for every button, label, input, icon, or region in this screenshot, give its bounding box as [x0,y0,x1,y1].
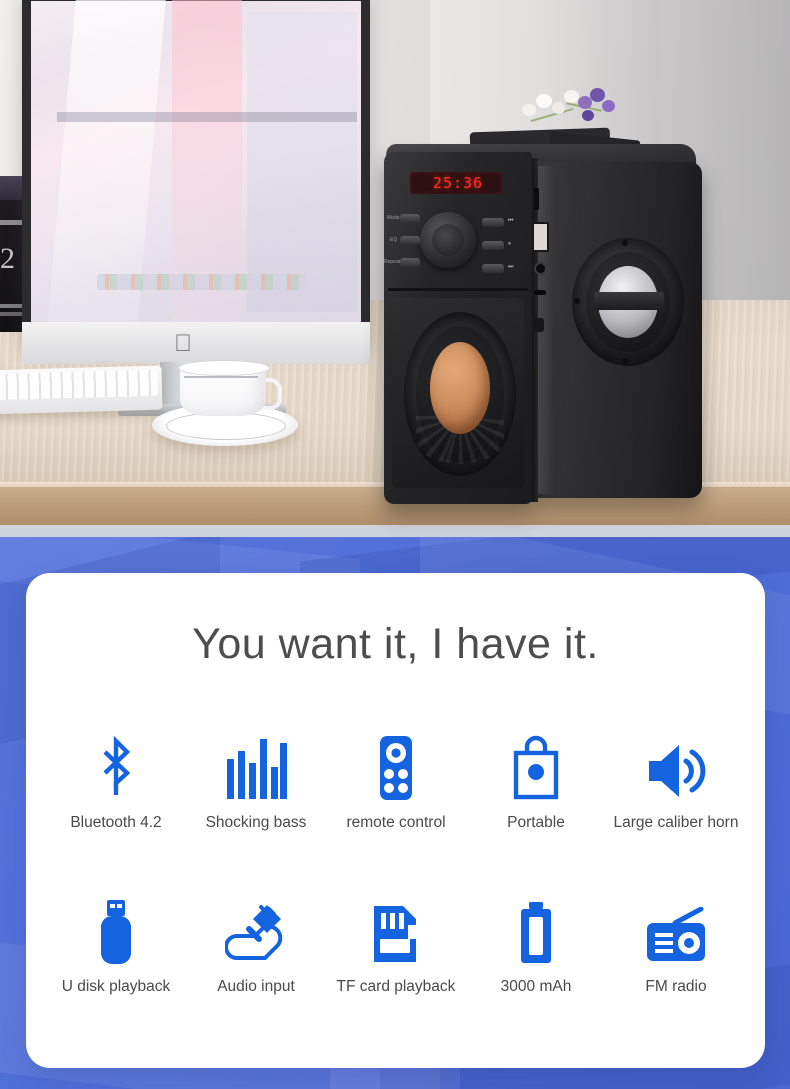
tweeter-screw [574,298,580,304]
battery-icon [517,887,555,965]
aux-jack[interactable] [534,262,547,275]
volume-knob-center [432,224,464,256]
tweeter-screw [622,240,628,246]
feature-card: You want it, I have it. Bluetooth 4.2 Sh… [26,573,765,1068]
feature-label: remote control [346,814,446,831]
eq-button[interactable] [400,236,420,245]
keyboard [0,365,163,415]
play-pause-button[interactable] [482,241,504,250]
feature-label: TF card playback [336,978,456,995]
play-pause-icon: ⏸ [508,241,512,247]
flower-white [564,90,579,103]
tweeter-bar [594,292,664,310]
power-switch[interactable] [534,318,544,332]
flower-white [536,94,552,108]
feature-label: 3000 mAh [500,978,572,995]
feature-grid: Bluetooth 4.2 Shocking bass remote contr… [46,723,746,996]
front-panel-divider [388,288,528,291]
feature-remote-control[interactable]: remote control [326,723,466,832]
equalizer-bars-icon [225,723,287,801]
tweeter-screw [622,358,628,364]
feature-row-1: Bluetooth 4.2 Shocking bass remote contr… [46,723,746,832]
flower-purple [590,88,605,102]
product-detail-page: 2  [0,0,790,1089]
flower-purple [602,100,615,112]
repeat-button[interactable] [400,258,420,267]
remote-control-icon [376,723,416,801]
page-headline: You want it, I have it. [192,620,599,668]
feature-label: Large caliber horn [613,814,739,831]
feature-row-2: U disk playback Audio input TF card play… [46,887,746,996]
tf-card-slot[interactable] [534,188,539,210]
hero-product-photo: 2  [0,0,790,538]
feature-label: U disk playback [61,978,171,995]
imac-screen [22,0,370,348]
bluetooth-speaker: 25:36 Mode EQ Repeat ⏮ ⏸ ⏭ [382,127,702,510]
handbag-icon [510,723,562,801]
feature-u-disk-playback[interactable]: U disk playback [46,887,186,996]
repeat-button-label: Repeat [384,259,401,265]
usb-port[interactable] [532,222,549,252]
cup-rim [178,360,270,376]
feature-label: Shocking bass [205,814,307,831]
led-display-value: 25:36 [432,174,484,192]
mode-button[interactable] [400,214,420,223]
feature-portable[interactable]: Portable [466,723,606,832]
bluetooth-icon [93,723,139,801]
audio-plug-cable-icon [225,887,287,965]
next-track-icon: ⏭ [508,264,514,270]
flower-white [552,102,565,114]
feature-label: Portable [507,814,565,831]
woofer-cone [430,342,490,434]
apple-logo-icon:  [172,332,194,358]
keyboard-keys [0,369,159,401]
feature-fm-radio[interactable]: FM radio [606,887,746,996]
radio-icon [645,887,707,965]
micro-usb-port[interactable] [534,290,546,295]
eq-button-label: EQ [390,237,398,243]
previous-track-icon: ⏮ [508,218,514,224]
feature-label: FM radio [645,978,707,995]
usb-flash-drive-icon [98,887,134,965]
speaker-volume-icon [645,723,707,801]
feature-audio-input[interactable]: Audio input [186,887,326,996]
feature-bluetooth[interactable]: Bluetooth 4.2 [46,723,186,832]
flower-purple [582,110,594,121]
flower-white [522,104,536,116]
feature-tf-card-playback[interactable]: TF card playback [326,887,466,996]
imac-chin [22,322,370,364]
feature-battery-capacity[interactable]: 3000 mAh [466,887,606,996]
saucer-ring [166,412,286,440]
feature-label: Bluetooth 4.2 [70,814,162,831]
feature-label: Audio input [217,978,295,995]
feature-shocking-bass[interactable]: Shocking bass [186,723,326,832]
sd-card-icon [371,887,421,965]
previous-track-button[interactable] [482,218,504,227]
cup-gold-line [184,376,258,378]
book-number-glyph: 2 [0,242,15,275]
mode-button-label: Mode [387,215,400,221]
next-track-button[interactable] [482,264,504,273]
feature-large-caliber-horn[interactable]: Large caliber horn [606,723,746,832]
